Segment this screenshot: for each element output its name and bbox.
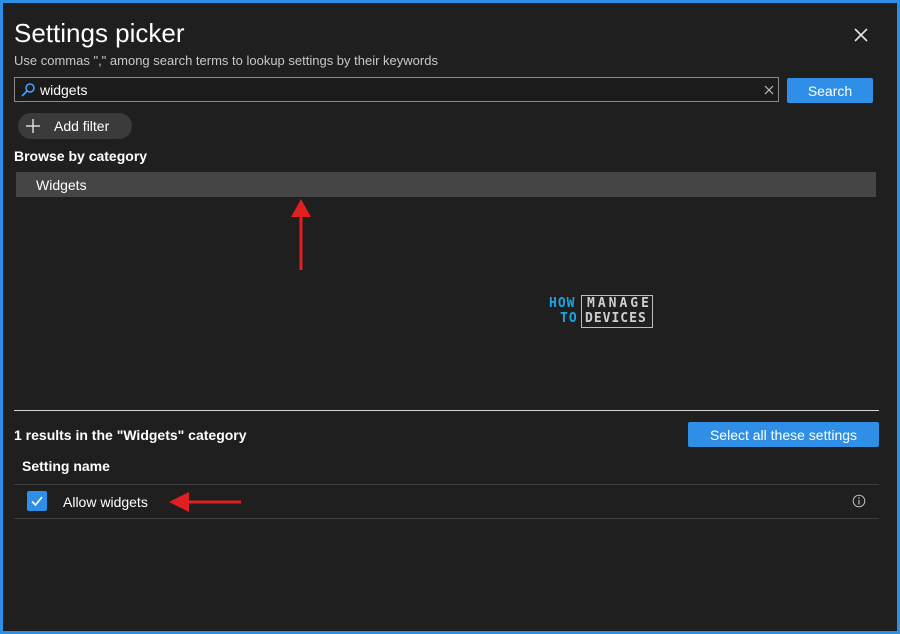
row-divider [14, 518, 879, 519]
allow-widgets-checkbox[interactable] [27, 491, 47, 511]
add-filter-button[interactable]: Add filter [18, 113, 132, 139]
category-item-widgets[interactable]: Widgets [16, 172, 876, 197]
watermark-how: HOW [549, 296, 576, 311]
checkmark-icon [31, 496, 43, 507]
search-icon [21, 83, 35, 97]
column-header-setting-name: Setting name [22, 458, 110, 474]
plus-icon [26, 119, 40, 133]
browse-heading: Browse by category [14, 148, 148, 164]
watermark-devices: DEVICES [585, 311, 647, 326]
watermark-logo: HOW TO MANAGE DEVICES [548, 295, 654, 329]
annotation-arrow-left [169, 492, 241, 512]
close-icon [854, 28, 868, 42]
info-icon[interactable] [852, 494, 866, 508]
add-filter-label: Add filter [54, 118, 110, 134]
panel-subtitle: Use commas "," among search terms to loo… [14, 53, 438, 68]
select-all-button[interactable]: Select all these settings [688, 422, 879, 447]
search-button[interactable]: Search [787, 78, 873, 103]
table-row: Allow widgets [14, 485, 879, 518]
watermark-manage: MANAGE [587, 296, 652, 311]
settings-picker-panel: Settings picker Use commas "," among sea… [0, 0, 900, 634]
results-summary: 1 results in the "Widgets" category [14, 427, 247, 443]
setting-label: Allow widgets [63, 494, 148, 510]
annotation-arrow-up [291, 199, 311, 270]
search-box [14, 77, 779, 102]
panel-title: Settings picker [14, 18, 185, 48]
search-input[interactable] [40, 79, 760, 100]
close-button[interactable] [849, 23, 873, 47]
section-divider [14, 410, 879, 411]
watermark-to: TO [560, 311, 578, 326]
category-label: Widgets [36, 177, 87, 193]
clear-icon[interactable] [762, 83, 776, 97]
